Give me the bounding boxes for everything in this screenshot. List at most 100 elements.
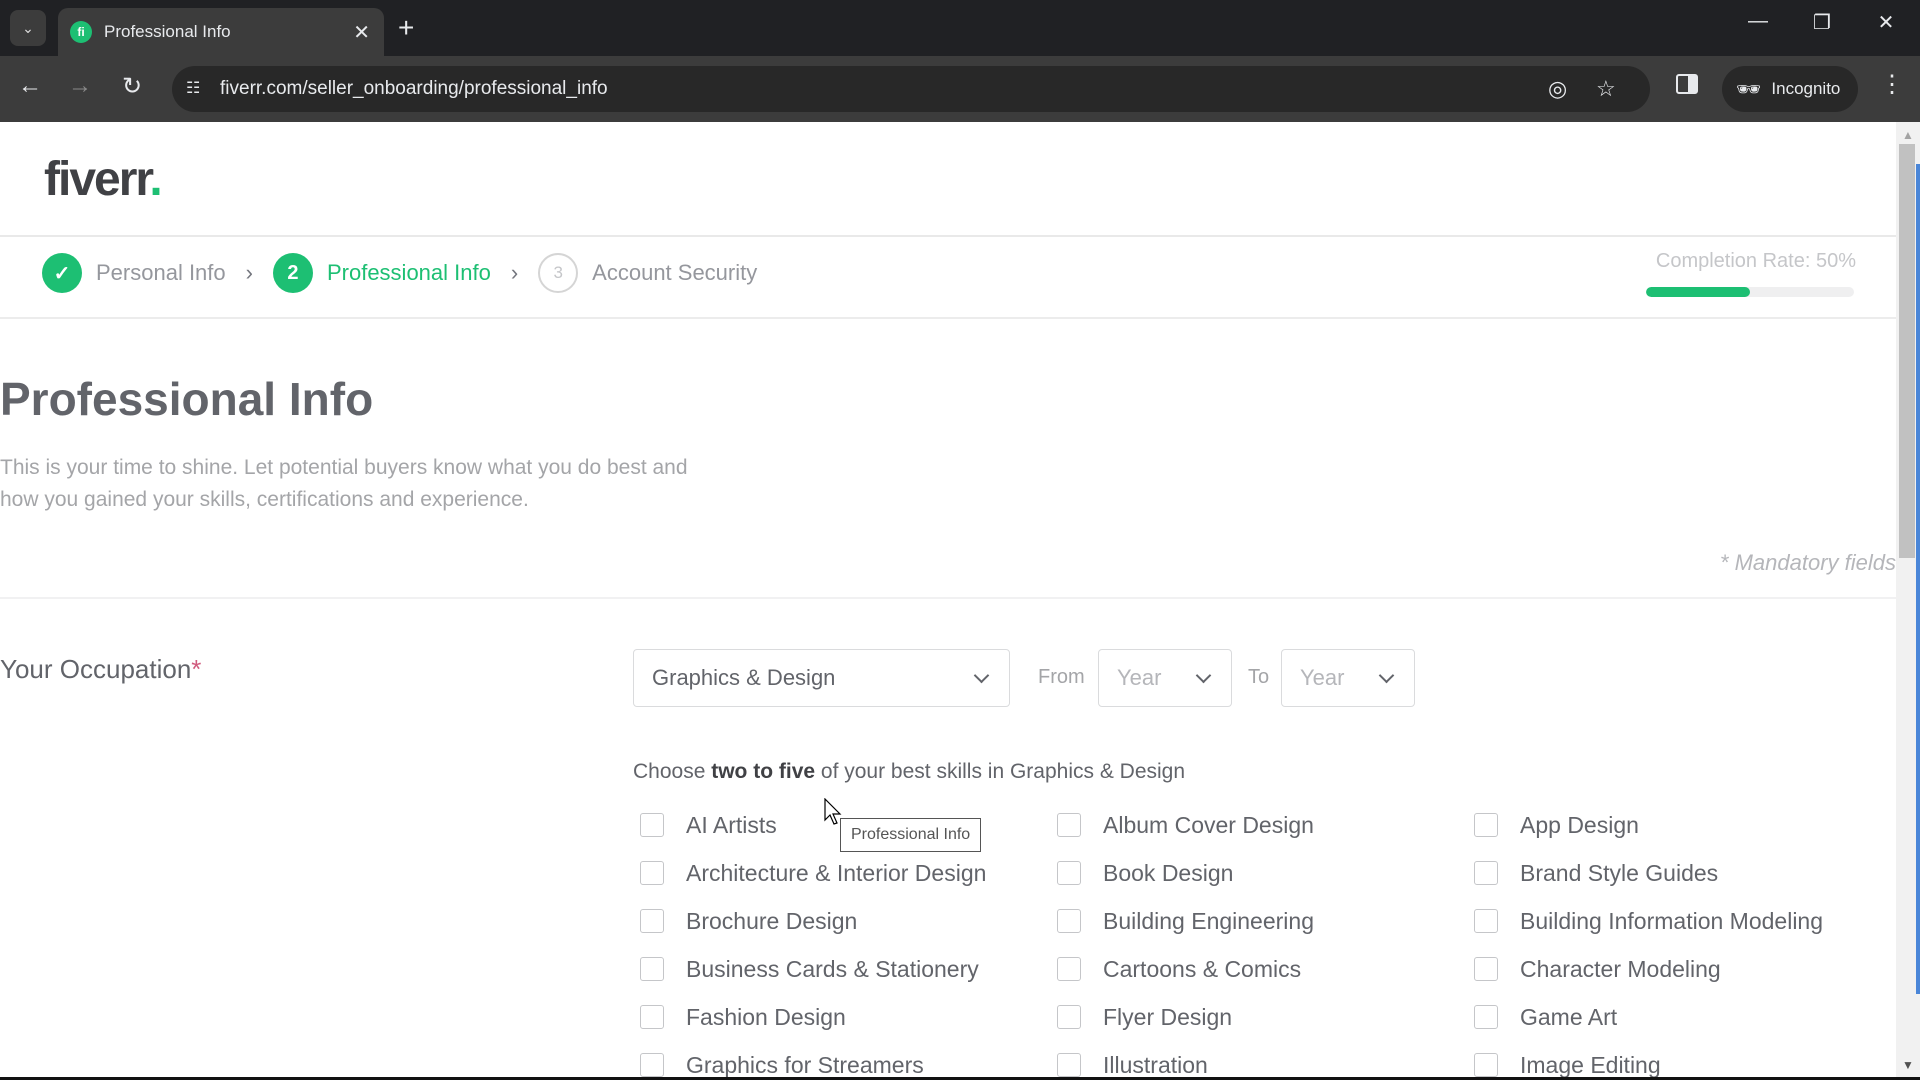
skill-checkbox-item[interactable]: Business Cards & Stationery [640,954,979,984]
skill-label[interactable]: Brand Style Guides [1520,860,1718,887]
new-tab-button[interactable]: + [398,12,414,44]
skill-checkbox-item[interactable]: Building Information Modeling [1474,906,1823,936]
scrollbar-thumb[interactable] [1899,144,1915,558]
address-bar[interactable]: ☷ fiverr.com/seller_onboarding/professio… [172,66,1650,112]
url-text[interactable]: fiverr.com/seller_onboarding/professiona… [220,78,608,100]
skill-checkbox[interactable] [1474,909,1498,933]
tune-icon[interactable]: ☷ [186,78,200,98]
skill-checkbox[interactable] [1057,861,1081,885]
section-divider [0,597,1896,599]
skill-checkbox[interactable] [1057,957,1081,981]
skill-checkbox-item[interactable]: Building Engineering [1057,906,1314,936]
eye-off-icon[interactable]: ◎ [1548,76,1567,102]
chevron-down-icon [1378,667,1395,683]
step-2-label[interactable]: Professional Info [327,260,491,286]
skill-label[interactable]: Image Editing [1520,1052,1661,1079]
skill-checkbox-item[interactable]: Brochure Design [640,906,857,936]
to-year-select[interactable]: Year [1281,649,1415,707]
skill-checkbox-item[interactable]: Album Cover Design [1057,810,1314,840]
skill-checkbox[interactable] [640,813,664,837]
logo-text: fiverr [44,153,151,206]
skill-label[interactable]: AI Artists [686,812,777,839]
tab-title: Professional Info [104,22,231,41]
chevron-down-icon: ⌄ [22,19,34,36]
back-button[interactable]: ← [12,72,48,100]
close-window-button[interactable]: ✕ [1866,10,1906,35]
browser-tab-active[interactable]: fi Professional Info ✕ [58,8,384,56]
skill-label[interactable]: App Design [1520,812,1639,839]
fiverr-logo[interactable]: fiverr. [44,152,163,207]
skill-checkbox[interactable] [1057,813,1081,837]
tab-strip: ⌄ fi Professional Info ✕ + — ❐ ✕ [0,0,1920,56]
skill-label[interactable]: Building Engineering [1103,908,1314,935]
skill-label[interactable]: Illustration [1103,1052,1208,1079]
skill-label[interactable]: Character Modeling [1520,956,1721,983]
skill-checkbox-item[interactable]: Flyer Design [1057,1002,1232,1032]
close-icon: ✕ [1877,12,1895,34]
skill-checkbox[interactable] [640,1005,664,1029]
skill-checkbox-item[interactable]: Game Art [1474,1002,1617,1032]
kebab-menu-icon[interactable]: ⋮ [1880,70,1904,99]
mouse-cursor-icon [824,798,842,825]
skill-checkbox[interactable] [1057,909,1081,933]
close-tab-icon[interactable]: ✕ [353,20,370,45]
skill-checkbox[interactable] [1474,957,1498,981]
skill-checkbox-item[interactable]: Architecture & Interior Design [640,858,986,888]
skill-label[interactable]: Flyer Design [1103,1004,1232,1031]
skill-checkbox-item[interactable]: Cartoons & Comics [1057,954,1301,984]
page-content: fiverr. ✓ Personal Info › 2 Professional… [0,122,1896,1080]
occupation-label-text: Your Occupation [0,654,192,684]
skill-checkbox[interactable] [640,957,664,981]
skill-checkbox-item[interactable]: Character Modeling [1474,954,1721,984]
skill-checkbox[interactable] [640,861,664,885]
forward-button[interactable]: → [62,72,98,100]
skill-checkbox[interactable] [1057,1053,1081,1077]
skills-heading: Choose two to five of your best skills i… [633,760,1185,784]
restore-button[interactable]: ❐ [1802,10,1842,35]
occupation-category-select[interactable]: Graphics & Design [633,649,1010,707]
skill-checkbox[interactable] [1474,1053,1498,1077]
required-asterisk: * [191,654,202,684]
star-icon[interactable]: ☆ [1596,76,1616,102]
skill-label[interactable]: Architecture & Interior Design [686,860,986,887]
skill-checkbox[interactable] [1474,813,1498,837]
skill-checkbox[interactable] [1057,1005,1081,1029]
skill-checkbox-item[interactable]: Illustration [1057,1050,1208,1080]
minimize-button[interactable]: — [1738,10,1778,33]
skill-checkbox[interactable] [1474,1005,1498,1029]
minimize-icon: — [1748,10,1768,32]
skill-label[interactable]: Fashion Design [686,1004,846,1031]
skill-checkbox-item[interactable]: Book Design [1057,858,1233,888]
step-1-check-icon: ✓ [42,253,82,293]
from-year-select[interactable]: Year [1098,649,1232,707]
skill-checkbox-item[interactable]: Brand Style Guides [1474,858,1718,888]
scroll-down-arrow-icon[interactable]: ▼ [1902,1058,1914,1072]
skill-label[interactable]: Album Cover Design [1103,812,1314,839]
scroll-up-arrow-icon[interactable]: ▲ [1902,128,1914,142]
skill-checkbox-item[interactable]: Graphics for Streamers [640,1050,924,1080]
skills-heading-suffix: of your best skills in Graphics & Design [815,760,1186,783]
skill-checkbox[interactable] [1474,861,1498,885]
skill-label[interactable]: Book Design [1103,860,1233,887]
tab-search-button[interactable]: ⌄ [10,10,46,46]
skill-checkbox-item[interactable]: App Design [1474,810,1639,840]
skill-label[interactable]: Business Cards & Stationery [686,956,979,983]
skill-label[interactable]: Brochure Design [686,908,857,935]
browser-chrome: ⌄ fi Professional Info ✕ + — ❐ ✕ ← → ↻ ☷… [0,0,1920,122]
skill-label[interactable]: Game Art [1520,1004,1617,1031]
skill-checkbox-item[interactable]: AI Artists [640,810,777,840]
skill-checkbox-item[interactable]: Fashion Design [640,1002,846,1032]
skill-checkbox[interactable] [640,909,664,933]
skill-label[interactable]: Cartoons & Comics [1103,956,1301,983]
incognito-indicator[interactable]: 🕶 Incognito [1722,66,1858,112]
skill-label[interactable]: Building Information Modeling [1520,908,1823,935]
skill-checkbox-item[interactable]: Image Editing [1474,1050,1661,1080]
step-1-label[interactable]: Personal Info [96,260,226,286]
page-scrollbar[interactable]: ▲ ▼ [1896,122,1920,1080]
reload-button[interactable]: ↻ [114,72,150,101]
side-panel-icon[interactable] [1676,74,1698,94]
incognito-label: Incognito [1771,79,1841,98]
skill-checkbox[interactable] [640,1053,664,1077]
skill-label[interactable]: Graphics for Streamers [686,1052,924,1079]
step-2-number: 2 [272,253,313,293]
